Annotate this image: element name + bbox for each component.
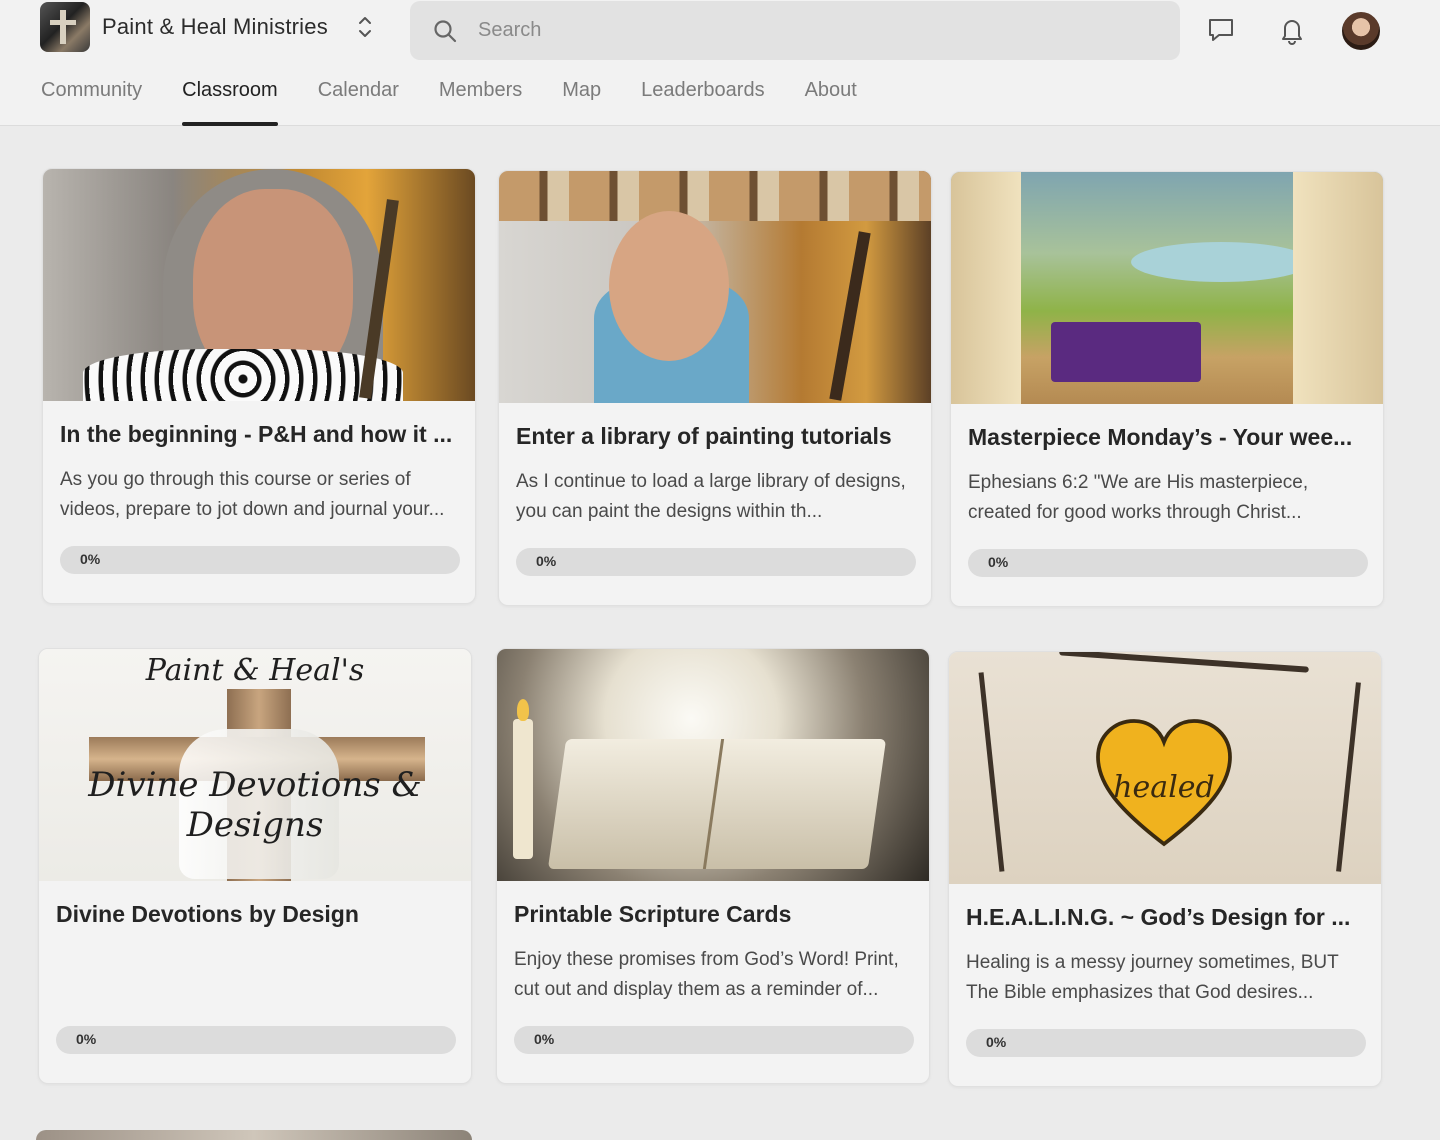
thumbnail-script-text: healed [1113, 770, 1215, 805]
group-name[interactable]: Paint & Heal Ministries [102, 14, 328, 40]
course-thumbnail[interactable] [497, 649, 929, 881]
tab-classroom[interactable]: Classroom [182, 76, 278, 126]
course-thumbnail[interactable] [43, 169, 475, 401]
switcher-icon[interactable] [356, 12, 374, 42]
next-course-card-peek[interactable] [36, 1130, 472, 1140]
progress-label: 0% [76, 1031, 97, 1047]
group-logo[interactable] [40, 2, 90, 52]
progress-bar: 0% [56, 1026, 456, 1054]
course-card[interactable]: In the beginning - P&H and how it ... As… [42, 168, 476, 604]
search-input[interactable] [478, 19, 1078, 42]
tab-leaderboards[interactable]: Leaderboards [641, 76, 764, 126]
course-description: Enjoy these promises from God’s Word! Pr… [514, 949, 899, 1000]
thumbnail-script-text: Paint & Heal's [145, 653, 365, 688]
course-thumbnail[interactable] [951, 172, 1383, 404]
search-icon [432, 18, 458, 44]
tab-map[interactable]: Map [562, 76, 601, 126]
progress-bar: 0% [966, 1029, 1366, 1057]
tab-members[interactable]: Members [439, 76, 522, 126]
progress-label: 0% [80, 551, 101, 567]
top-bar: Paint & Heal Ministries Community Classr… [0, 0, 1440, 126]
course-description: Ephesians 6:2 "We are His masterpiece, c… [968, 472, 1309, 523]
progress-label: 0% [988, 554, 1009, 570]
tab-community[interactable]: Community [41, 76, 142, 126]
course-card[interactable]: Printable Scripture Cards Enjoy these pr… [496, 648, 930, 1084]
course-title[interactable]: Enter a library of painting tutorials [516, 423, 916, 450]
course-title[interactable]: H.E.A.L.I.N.G. ~ God’s Design for ... [966, 904, 1366, 931]
progress-bar: 0% [514, 1026, 914, 1054]
tab-about[interactable]: About [805, 76, 857, 126]
tab-calendar[interactable]: Calendar [318, 76, 399, 126]
progress-label: 0% [536, 553, 557, 569]
course-title[interactable]: Divine Devotions by Design [56, 901, 456, 928]
main-tabs: Community Classroom Calendar Members Map… [41, 76, 897, 126]
course-thumbnail[interactable] [499, 171, 931, 403]
progress-bar: 0% [60, 546, 460, 574]
chat-icon[interactable] [1205, 14, 1237, 46]
course-title[interactable]: In the beginning - P&H and how it ... [60, 421, 460, 448]
progress-bar: 0% [516, 548, 916, 576]
thumbnail-script-text: Divine Devotions & Designs [88, 765, 422, 845]
brand[interactable]: Paint & Heal Ministries [40, 2, 374, 52]
course-description: As you go through this course or series … [60, 469, 445, 520]
search-bar[interactable] [410, 1, 1180, 60]
course-card[interactable]: Paint & Heal's Divine Devotions & Design… [38, 648, 472, 1084]
course-thumbnail[interactable]: healed [949, 652, 1381, 884]
course-description: Healing is a messy journey sometimes, BU… [966, 952, 1339, 1003]
course-thumbnail[interactable]: Paint & Heal's Divine Devotions & Design… [39, 649, 471, 881]
course-title[interactable]: Masterpiece Monday’s - Your wee... [968, 424, 1368, 451]
course-title[interactable]: Printable Scripture Cards [514, 901, 914, 928]
course-card[interactable]: healed H.E.A.L.I.N.G. ~ God’s Design for… [948, 651, 1382, 1087]
course-description: As I continue to load a large library of… [516, 471, 906, 522]
course-card[interactable]: Enter a library of painting tutorials As… [498, 170, 932, 606]
progress-label: 0% [534, 1031, 555, 1047]
course-card[interactable]: Masterpiece Monday’s - Your wee... Ephes… [950, 171, 1384, 607]
progress-label: 0% [986, 1034, 1007, 1050]
user-avatar[interactable] [1340, 10, 1382, 52]
bell-icon[interactable] [1276, 14, 1308, 46]
progress-bar: 0% [968, 549, 1368, 577]
